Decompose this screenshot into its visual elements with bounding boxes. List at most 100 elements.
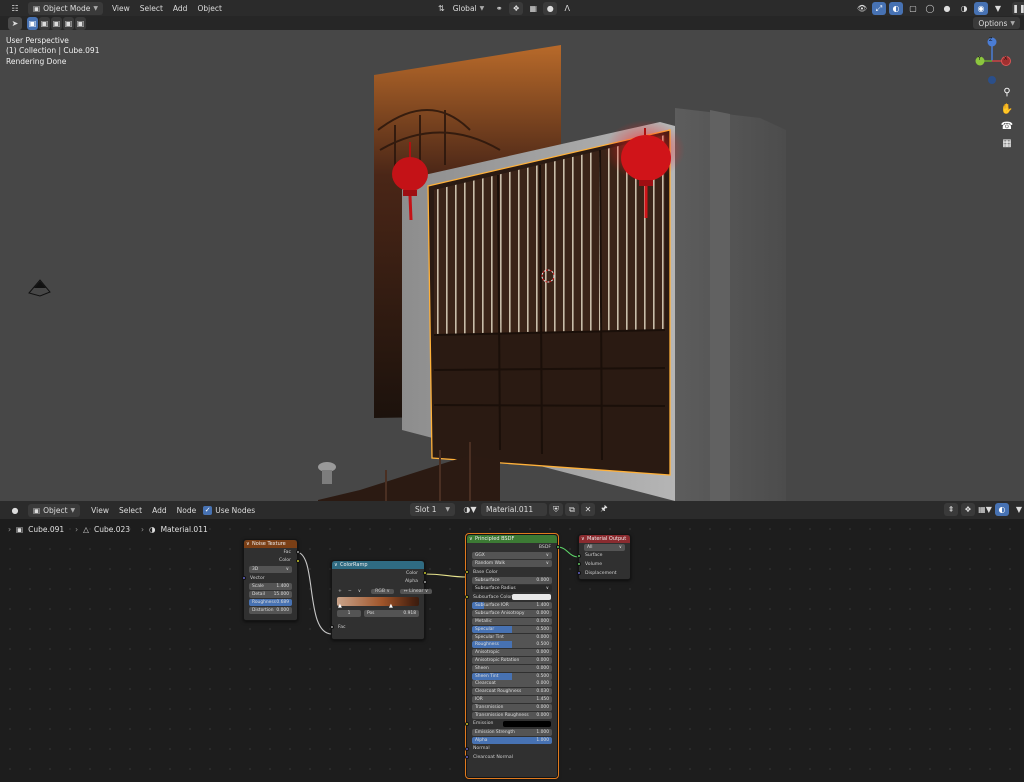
menu-select[interactable]: Select (114, 506, 147, 515)
material-shading-icon[interactable]: ◑ (957, 2, 971, 15)
editor-type-icon[interactable]: ☷ (6, 2, 24, 15)
pin-icon[interactable]: 🖈 (597, 503, 611, 516)
subsurface-method-dropdown[interactable]: Random Walk ∨ (472, 560, 552, 568)
side-wall[interactable] (675, 108, 786, 501)
noise-field-scale[interactable]: Scale 1.400 (249, 583, 292, 591)
socket-color-out[interactable] (422, 571, 427, 576)
select-tool-icon[interactable]: ➤ (8, 16, 22, 30)
material-name-field[interactable]: Material.011 (481, 503, 547, 516)
field-emission-strength[interactable]: Emission Strength 1.000 (472, 728, 552, 736)
socket-color-out[interactable] (295, 558, 300, 563)
field-transmission[interactable]: Transmission 0.000 (472, 703, 552, 711)
use-nodes-toggle[interactable]: ✓ Use Nodes (203, 505, 255, 515)
field-subsurface-radius[interactable]: Subsurface Radius ∨ (472, 585, 552, 593)
field-subsurface-ior[interactable]: Subsurface IOR 1.400 (472, 602, 552, 610)
noise-field-roughness[interactable]: Roughness 0.689 (249, 598, 292, 606)
ramp-stop-marker-active[interactable]: ▲ (389, 603, 393, 609)
select-new-icon[interactable]: ▣ (27, 17, 38, 30)
3d-viewport[interactable]: User Perspective (1) Collection | Cube.0… (0, 30, 1024, 501)
noise-node-title[interactable]: Noise Texture (244, 540, 297, 548)
ramp-menu-button[interactable]: ∨ (358, 589, 361, 594)
menu-view[interactable]: View (86, 506, 114, 515)
proportional-edit-icon[interactable]: ● (543, 2, 558, 15)
subsurface-color-swatch[interactable] (512, 594, 551, 601)
noise-texture-node[interactable]: Noise Texture Fac Color 3D∨ Vector Scale… (241, 539, 300, 621)
select-invert-icon[interactable]: ▣ (63, 17, 74, 30)
socket-emission-in[interactable] (464, 721, 469, 726)
field-metallic[interactable]: Metallic 0.000 (472, 617, 552, 625)
socket-displacement-in[interactable] (576, 571, 581, 576)
falloff-icon[interactable]: Λ (560, 2, 574, 15)
noise-field-distortion[interactable]: Distortion 0.000 (249, 606, 292, 614)
principled-bsdf-node[interactable]: Principled BSDF BSDF GGX∨ Random Walk∨ B… (464, 533, 560, 779)
colorramp-node[interactable]: ColorRamp Color Alpha + − ∨ RGB ∨ ↔ Line… (329, 560, 433, 640)
mode-dropdown[interactable]: ▣ Object Mode ▼ (28, 1, 103, 15)
rendered-shading-icon[interactable]: ◉ (974, 2, 988, 15)
field-alpha[interactable]: Alpha 1.000 (472, 736, 552, 744)
snap-target-icon[interactable]: ▦ (526, 2, 540, 15)
shader-type-dropdown[interactable]: ▣ Object ▼ (28, 503, 81, 517)
shading-options-icon[interactable]: ▼ (991, 2, 1005, 15)
camera-object[interactable] (28, 279, 51, 297)
xray-icon[interactable]: ▢ (906, 2, 920, 15)
material-browse-icon[interactable]: ◑▼ (461, 503, 479, 516)
slot-dropdown[interactable]: Slot 1 ▼ (410, 503, 455, 516)
field-clearcoat[interactable]: Clearcoat 0.000 (472, 680, 552, 688)
dimensions-dropdown[interactable]: 3D ∨ (249, 565, 292, 573)
distribution-dropdown[interactable]: GGX ∨ (472, 552, 552, 560)
render-target-dropdown[interactable]: All ∨ (584, 543, 625, 551)
selected-door-object[interactable] (427, 129, 671, 476)
snap-icon[interactable]: ❖ (509, 2, 524, 15)
field-subsurface-anisotropy[interactable]: Subsurface Anisotropy 0.000 (472, 610, 552, 618)
editor-type-icon[interactable]: ● (6, 504, 24, 517)
parent-node-tree-icon[interactable]: ⇞ (944, 503, 958, 516)
visibility-icon[interactable]: 👁 (855, 2, 869, 15)
socket-volume-in[interactable] (576, 562, 581, 567)
field-transmission-roughness[interactable]: Transmission Roughness 0.000 (472, 711, 552, 719)
noise-field-detail[interactable]: Detail 15.000 (249, 590, 292, 598)
unlink-material-icon[interactable]: ✕ (581, 503, 595, 516)
snap-mode-icon[interactable]: ▦▼ (978, 503, 992, 516)
stop-position-field[interactable]: Pos 0.918 (364, 609, 419, 617)
menu-node[interactable]: Node (172, 506, 202, 515)
field-clearcoat-roughness[interactable]: Clearcoat Roughness 0.030 (472, 688, 552, 696)
camera-view-icon[interactable]: ☎ (1000, 120, 1014, 133)
material-output-node[interactable]: Material Output All∨ Surface Volume Disp… (576, 534, 631, 580)
output-node-title[interactable]: Material Output (579, 535, 630, 543)
pivot-icon[interactable]: ⚭ (492, 2, 506, 15)
stop-index-field[interactable]: 1 (337, 609, 361, 617)
socket-subsurface-color-in[interactable] (464, 595, 469, 600)
socket-fac-in[interactable] (329, 625, 334, 630)
field-subsurface[interactable]: Subsurface 0.000 (472, 577, 552, 585)
ramp-gradient[interactable]: ▲ ▲ (337, 596, 419, 609)
menu-add[interactable]: Add (147, 506, 172, 515)
emission-swatch[interactable] (503, 720, 551, 727)
shader-node-editor[interactable]: › ▣ Cube.091 › △ Cube.023 › ◑ Material.0… (0, 519, 1024, 782)
duplicate-material-icon[interactable]: ⧉ (565, 503, 579, 516)
socket-surface-in[interactable] (576, 553, 581, 558)
interpolation-dropdown[interactable]: ↔ Linear ∨ (399, 588, 433, 594)
pause-render-icon[interactable]: ❚❚ (1012, 2, 1024, 15)
select-intersect-icon[interactable]: ▣ (75, 17, 86, 30)
menu-object[interactable]: Object (192, 4, 226, 13)
overlay-options-icon[interactable]: ▼ (1012, 503, 1024, 516)
orientation-dropdown[interactable]: Global ▼ (448, 2, 490, 15)
field-sheen[interactable]: Sheen 0.000 (472, 664, 552, 672)
grid-view-icon[interactable]: ▦ (1000, 137, 1014, 150)
field-specular-tint[interactable]: Specular Tint 0.000 (472, 633, 552, 641)
menu-add[interactable]: Add (168, 4, 193, 13)
socket-fac-out[interactable] (295, 550, 300, 555)
select-subtract-icon[interactable]: ▣ (51, 17, 62, 30)
socket-base-color-in[interactable] (464, 570, 469, 575)
socket-normal-in[interactable] (464, 746, 469, 751)
fake-user-shield-icon[interactable]: ⛨ (549, 503, 563, 516)
menu-view[interactable]: View (107, 4, 135, 13)
field-anisotropic-rotation[interactable]: Anisotropic Rotation 0.000 (472, 656, 552, 664)
remove-stop-button[interactable]: − (348, 589, 352, 594)
wireframe-shading-icon[interactable]: ◯ (923, 2, 937, 15)
overlay-toggle-icon[interactable]: ◐ (995, 503, 1009, 516)
socket-bsdf-out[interactable] (555, 545, 560, 550)
socket-alpha-out[interactable] (422, 579, 427, 584)
ramp-stop-marker[interactable]: ▲ (338, 603, 342, 609)
select-extend-icon[interactable]: ▣ (39, 17, 50, 30)
